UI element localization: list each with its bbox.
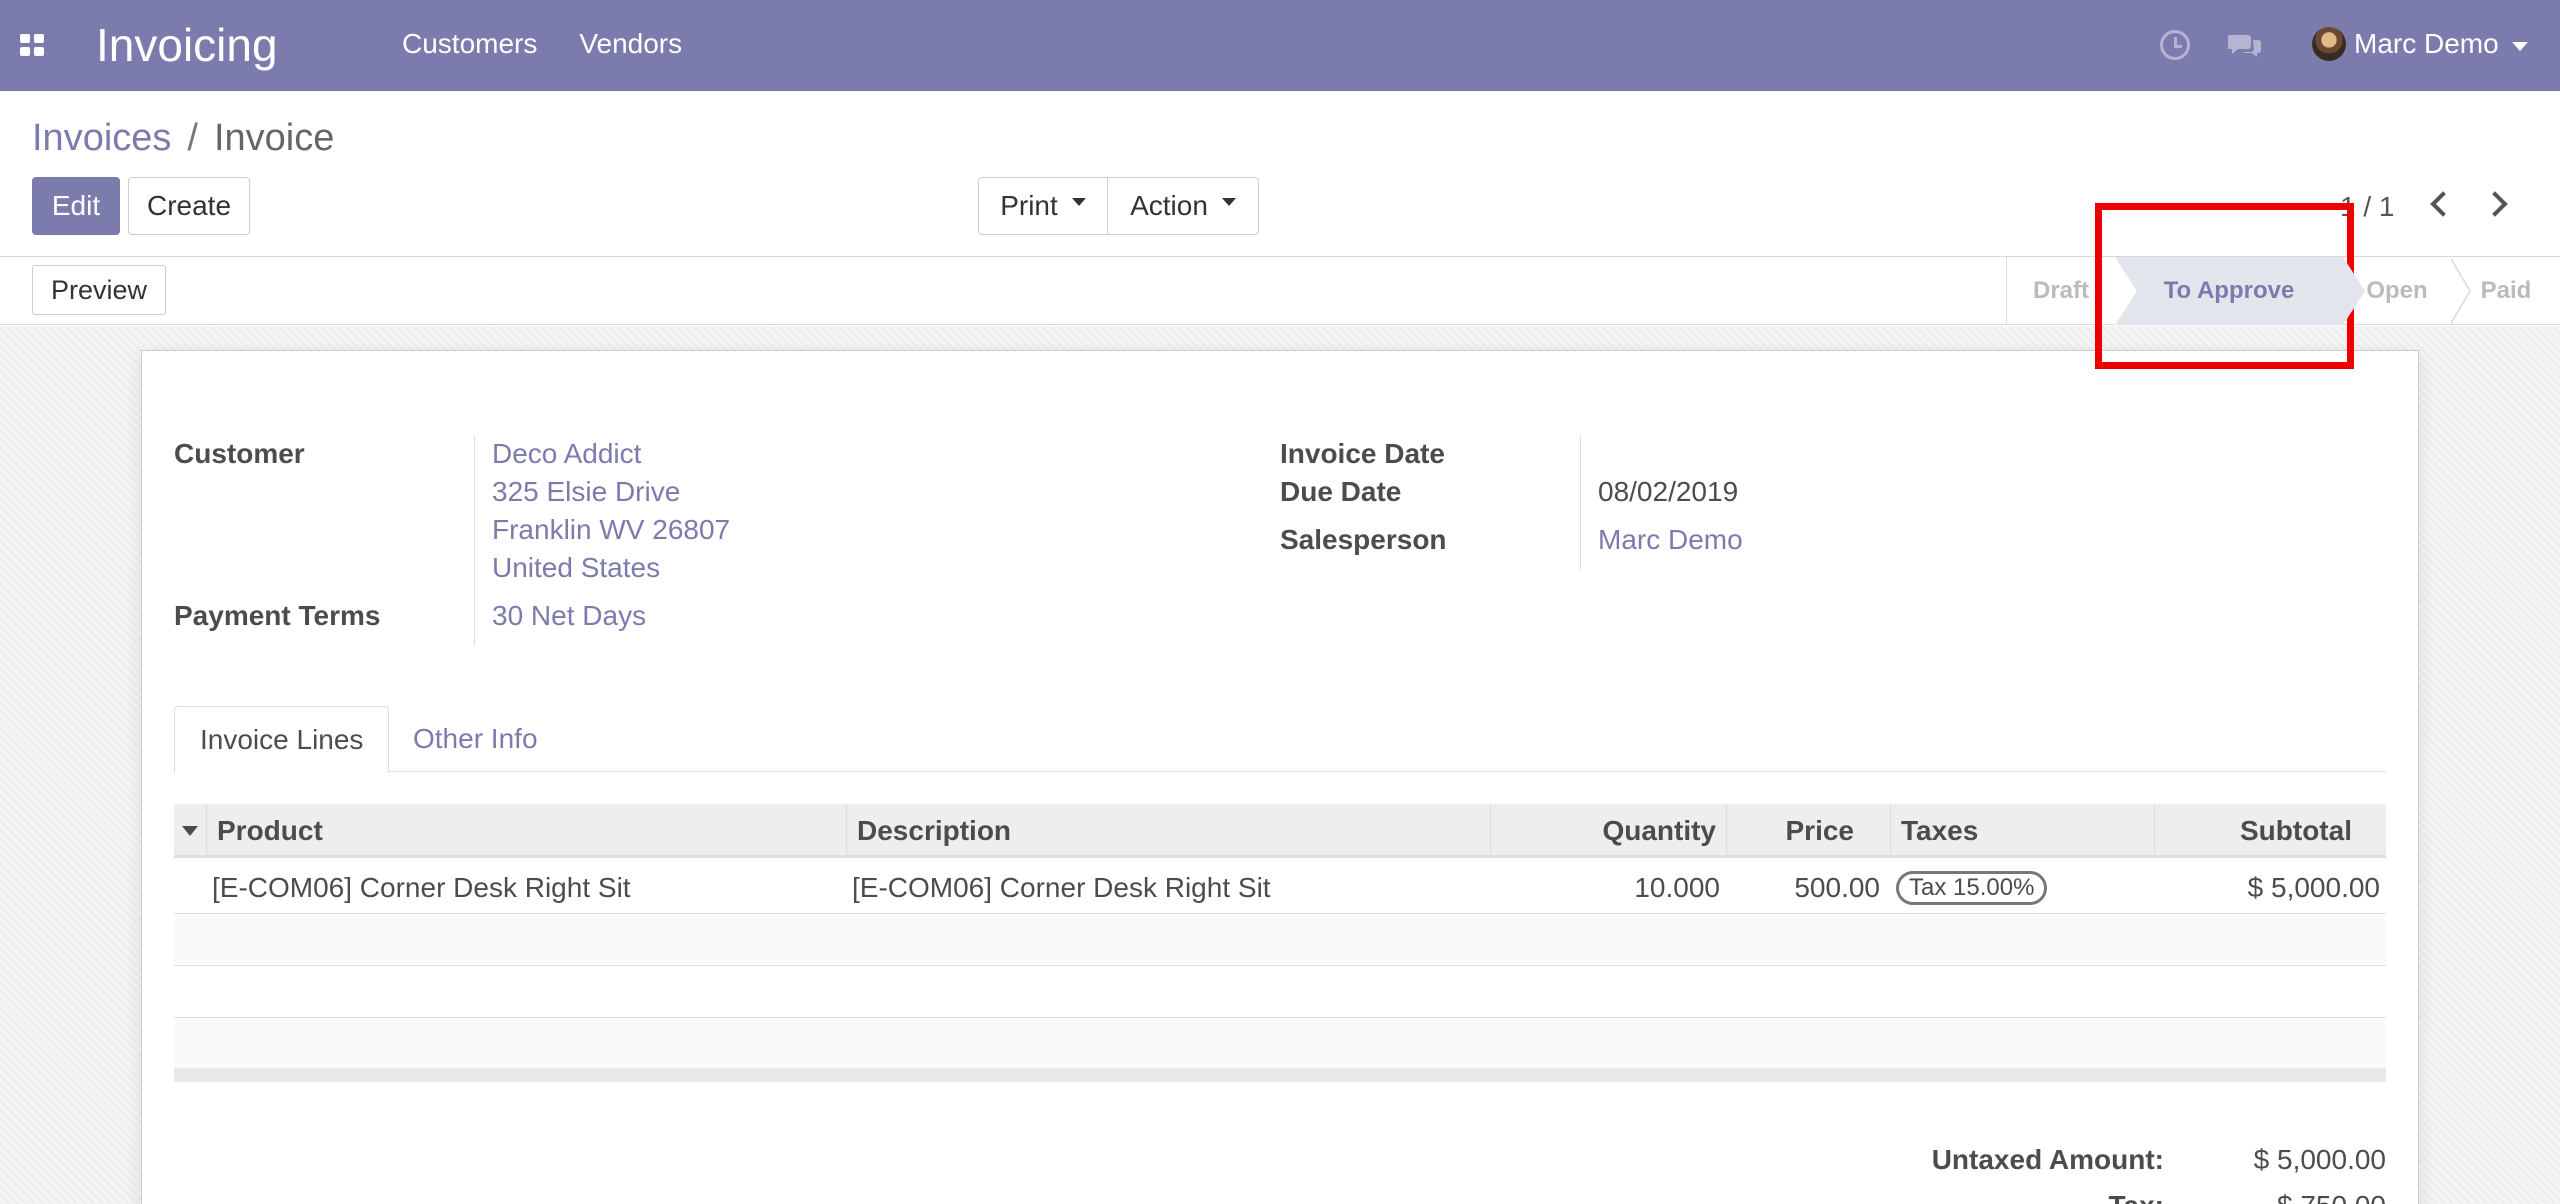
- pager-next-icon[interactable]: [2482, 191, 2508, 217]
- status-arrow: [2449, 257, 2469, 325]
- cell-description: [E-COM06] Corner Desk Right Sit: [852, 872, 1271, 903]
- customer-label: Customer: [174, 438, 305, 469]
- table-row-empty: [174, 1018, 2386, 1070]
- payment-terms-label: Payment Terms: [174, 600, 381, 631]
- column-header-subtotal[interactable]: Subtotal: [2154, 804, 2386, 858]
- main-menu: Customers Vendors: [402, 28, 682, 60]
- print-button[interactable]: Print: [978, 177, 1108, 235]
- tax-amount-label: Tax:: [1800, 1190, 2165, 1204]
- user-avatar[interactable]: [2312, 27, 2346, 61]
- status-step-open-label: Open: [2366, 277, 2428, 304]
- table-row[interactable]: [E-COM06] Corner Desk Right Sit [E-COM06…: [174, 862, 2386, 914]
- customer-city[interactable]: Franklin WV 26807: [492, 514, 730, 546]
- breadcrumb-current: Invoice: [213, 117, 335, 159]
- tax-badge: Tax 15.00%: [1896, 871, 2048, 905]
- action-button-label: Action: [1130, 190, 1208, 221]
- status-step-paid-label: Paid: [2480, 277, 2532, 304]
- pager-previous-icon[interactable]: [2430, 191, 2456, 217]
- field-divider: [1580, 436, 1581, 570]
- menu-item-vendors[interactable]: Vendors: [579, 28, 682, 60]
- cell-taxes: Tax 15.00%: [1890, 862, 2154, 914]
- action-caret-icon: [1221, 198, 1236, 206]
- salesperson-label: Salesperson: [1280, 524, 1447, 555]
- preview-button[interactable]: Preview: [32, 265, 166, 315]
- table-row-empty: [174, 914, 2386, 966]
- cell-price: 500.00: [1794, 872, 1880, 903]
- chat-icon[interactable]: [2228, 32, 2262, 58]
- column-options-caret-icon[interactable]: [182, 826, 198, 836]
- breadcrumb-separator: /: [187, 117, 198, 159]
- action-button[interactable]: Action: [1107, 177, 1259, 235]
- status-step-draft-label: Draft: [2032, 277, 2089, 304]
- invoice-date-label: Invoice Date: [1280, 438, 1445, 469]
- tax-amount-value: $ 750.00: [2176, 1190, 2386, 1204]
- payment-terms-value[interactable]: 30 Net Days: [492, 600, 646, 632]
- untaxed-amount-label: Untaxed Amount:: [1931, 1144, 2164, 1175]
- due-date-label: Due Date: [1280, 476, 1402, 507]
- salesperson-value[interactable]: Marc Demo: [1598, 524, 1743, 556]
- print-caret-icon: [1071, 198, 1086, 206]
- untaxed-amount-value: $ 5,000.00: [2253, 1144, 2386, 1175]
- cell-subtotal: $ 5,000.00: [2247, 872, 2380, 903]
- breadcrumb-invoices[interactable]: Invoices: [32, 117, 171, 160]
- due-date-value: 08/02/2019: [1598, 476, 1739, 507]
- table-row-empty: [174, 966, 2386, 1018]
- top-navbar: Invoicing Customers Vendors Marc Demo: [0, 0, 2560, 91]
- edit-button[interactable]: Edit: [32, 177, 120, 235]
- tab-invoice-lines[interactable]: Invoice Lines: [174, 706, 390, 773]
- customer-street[interactable]: 325 Elsie Drive: [492, 476, 680, 508]
- print-button-label: Print: [1000, 190, 1058, 221]
- activity-clock-icon[interactable]: [2160, 30, 2190, 60]
- column-header-quantity[interactable]: Quantity: [1490, 804, 1726, 858]
- customer-country[interactable]: United States: [492, 552, 660, 584]
- table-header: Product Description Quantity Price Taxes…: [174, 804, 2386, 858]
- column-header-product[interactable]: Product: [206, 804, 846, 858]
- column-header-price[interactable]: Price: [1726, 804, 1890, 858]
- cell-quantity: 10.000: [1634, 872, 1720, 903]
- table-footer: [174, 1068, 2386, 1082]
- highlight-box: [2095, 203, 2354, 369]
- customer-name[interactable]: Deco Addict: [492, 438, 641, 470]
- column-header-description[interactable]: Description: [846, 804, 1490, 858]
- user-menu-caret-icon[interactable]: [2512, 42, 2528, 51]
- status-arrow: [2343, 257, 2365, 325]
- app-title[interactable]: Invoicing: [96, 18, 278, 72]
- user-name[interactable]: Marc Demo: [2354, 28, 2499, 60]
- breadcrumb: Invoices / Invoice: [32, 117, 334, 160]
- cell-product: [E-COM06] Corner Desk Right Sit: [212, 872, 631, 903]
- menu-item-customers[interactable]: Customers: [402, 28, 537, 60]
- status-step-paid[interactable]: Paid: [2449, 257, 2560, 325]
- tab-other-info[interactable]: Other Info: [388, 706, 563, 772]
- apps-menu-icon[interactable]: [20, 34, 44, 56]
- field-divider: [474, 436, 475, 646]
- create-button[interactable]: Create: [128, 177, 250, 235]
- notebook-tabs: Invoice Lines Other Info: [174, 706, 2386, 773]
- column-header-taxes[interactable]: Taxes: [1890, 804, 2162, 858]
